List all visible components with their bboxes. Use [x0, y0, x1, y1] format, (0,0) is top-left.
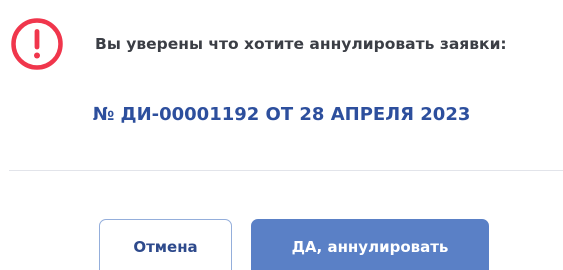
confirm-annul-button[interactable]: ДА, аннулировать: [251, 219, 489, 270]
cancel-button[interactable]: Отмена: [99, 219, 232, 270]
cancel-request-dialog: Вы уверены что хотите аннулировать заявк…: [0, 0, 563, 270]
alert-circle-icon: [11, 18, 63, 70]
dialog-header: Вы уверены что хотите аннулировать заявк…: [10, 17, 555, 71]
confirmation-question: Вы уверены что хотите аннулировать заявк…: [95, 35, 507, 53]
document-reference: № ДИ-00001192 ОТ 28 АПРЕЛЯ 2023: [92, 104, 471, 125]
divider: [9, 170, 563, 171]
